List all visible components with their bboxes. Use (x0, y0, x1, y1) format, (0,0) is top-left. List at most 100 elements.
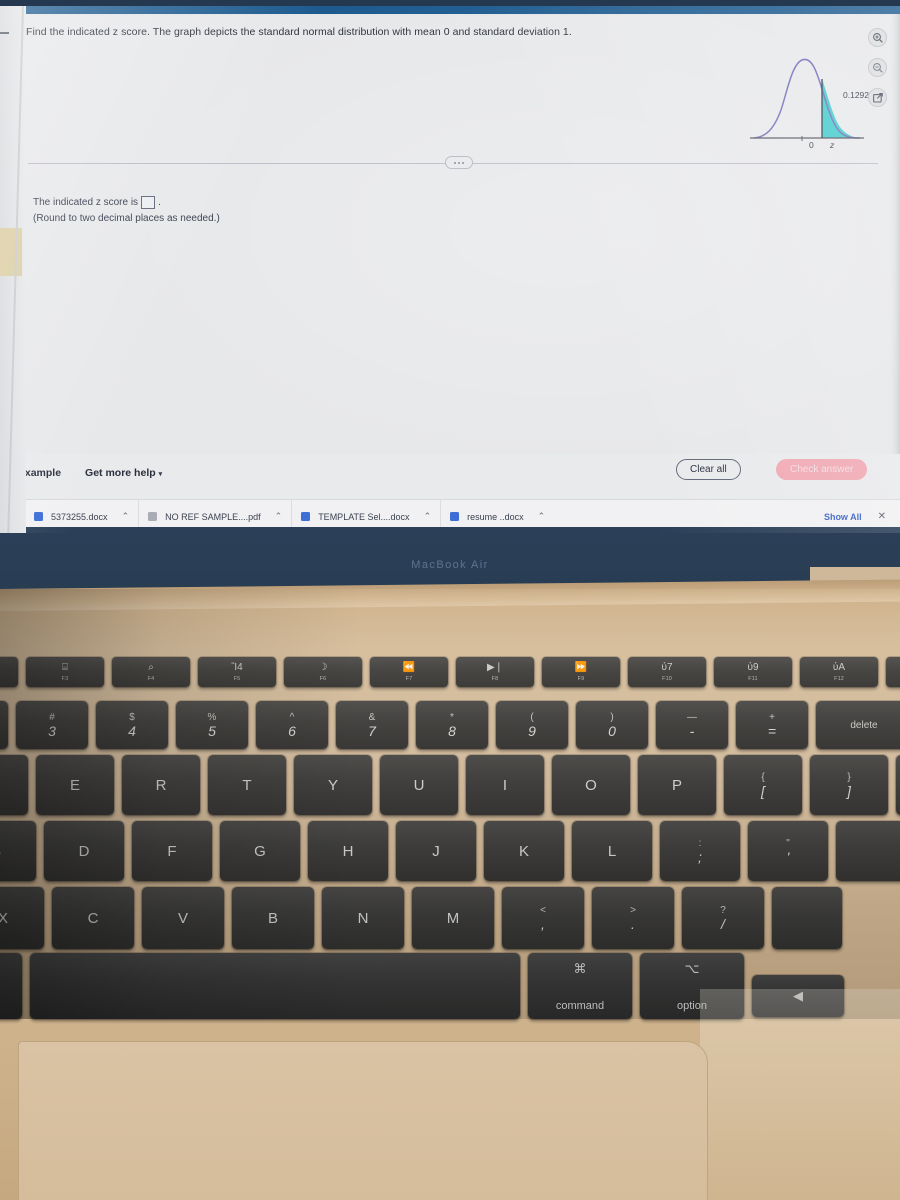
key-punct[interactable]: <, (502, 887, 584, 949)
return-key[interactable] (836, 821, 900, 881)
key-o[interactable]: O (552, 755, 630, 815)
backslash-key[interactable] (896, 755, 900, 815)
laptop-screen: Find the indicated z score. The graph de… (0, 6, 900, 533)
chevron-up-icon[interactable]: ⌃ (122, 511, 130, 522)
right-shift-key[interactable] (772, 887, 842, 949)
volume-up-key[interactable]: ὐA F12 (800, 657, 878, 687)
mission-control-key[interactable]: ⌸ F3 (26, 657, 104, 687)
mute-key[interactable]: ὐ7 F10 (628, 657, 706, 687)
do-not-disturb-key[interactable]: ☽ F6 (284, 657, 362, 687)
key-3[interactable]: #3 (16, 701, 88, 749)
key-0[interactable]: ) 0 (576, 701, 648, 749)
get-more-help-link[interactable]: Get more help ▾ (85, 467, 162, 479)
delete-key[interactable]: delete (816, 701, 900, 749)
touch-id-key[interactable] (886, 657, 900, 687)
graph-tool-rail (868, 28, 894, 118)
key-punct[interactable]: ? / (682, 887, 764, 949)
volume-down-key[interactable]: ὐ9 F11 (714, 657, 792, 687)
keyboard-deck: ☀F2 ⌸F3 ⌕F4 Ἲ4F5 ☽F6 ⏪F7 ▶❘F8 ⏩F9 ὐ7F10 ὐ9F11 ὐAF1… (0, 579, 900, 1200)
dot (454, 161, 456, 164)
chevron-up-icon[interactable]: ⌃ (424, 511, 432, 522)
close-icon[interactable]: ✕ (878, 511, 886, 522)
key-w[interactable]: W (0, 755, 28, 815)
laptop-photo: Find the indicated z score. The graph de… (0, 0, 900, 1200)
key-4[interactable]: $4 (96, 701, 168, 749)
screen-left-edge (0, 6, 26, 533)
answer-prompt-label: The indicated z score is (33, 197, 139, 208)
chevron-up-icon[interactable]: ⌃ (538, 511, 546, 522)
left-command-key[interactable]: ⌘nd (0, 953, 22, 1019)
key-7[interactable]: & 7 (336, 701, 408, 749)
space-bar[interactable] (30, 953, 520, 1019)
answer-block: The indicated z score is . (Round to two… (33, 196, 220, 224)
clear-all-button[interactable]: Clear all (676, 459, 741, 480)
next-track-key[interactable]: ⏩ F9 (542, 657, 620, 687)
dot (462, 161, 464, 164)
dot (458, 161, 460, 164)
answer-prompt-row: The indicated z score is . (33, 196, 220, 209)
download-file-name: 5373255.docx (51, 511, 108, 522)
zoom-in-icon[interactable] (868, 28, 887, 47)
key-m[interactable]: M (412, 887, 494, 949)
right-command-key[interactable]: ⌘ command (528, 953, 632, 1019)
key-r[interactable]: R (122, 755, 200, 815)
answer-rounding-note: (Round to two decimal places as needed.) (33, 213, 220, 224)
show-all-downloads-link[interactable]: Show All (824, 512, 862, 522)
key-8[interactable]: * 8 (416, 701, 488, 749)
key-v[interactable]: V (142, 887, 224, 949)
keyboard: ☀F2 ⌸F3 ⌕F4 Ἲ4F5 ☽F6 ⏪F7 ▶❘F8 ⏩F9 ὐ7F10 ὐ9F11 ὐAF1… (0, 603, 900, 1023)
key-h[interactable]: H (308, 821, 388, 881)
function-key-row: ☀F2 ⌸F3 ⌕F4 Ἲ4F5 ☽F6 ⏪F7 ▶❘F8 ⏩F9 ὐ7F10 ὐ9F11 ὐAF1… (0, 657, 900, 687)
key-l[interactable]: L (572, 821, 652, 881)
trackpad[interactable] (18, 1041, 708, 1200)
key-x[interactable]: X (0, 887, 44, 949)
asdf-key-row: SDFGHJKL:;"' (0, 821, 900, 881)
spotlight-key[interactable]: ⌕ F4 (112, 657, 190, 687)
previous-track-key[interactable]: ⏪ F7 (370, 657, 448, 687)
key-g[interactable]: G (220, 821, 300, 881)
pdf-icon (148, 512, 158, 521)
key-j[interactable]: J (396, 821, 476, 881)
key-y[interactable]: Y (294, 755, 372, 815)
key-s[interactable]: S (0, 821, 36, 881)
key-f[interactable]: F (132, 821, 212, 881)
key-=[interactable]: + = (736, 701, 808, 749)
key--[interactable]: — - (656, 701, 728, 749)
key-6[interactable]: ^ 6 (256, 701, 328, 749)
key-n[interactable]: N (322, 887, 404, 949)
key-b[interactable]: B (232, 887, 314, 949)
key-bracket[interactable]: }] (810, 755, 888, 815)
key-k[interactable]: K (484, 821, 564, 881)
key-punct[interactable]: " ' (748, 821, 828, 881)
zxcv-key-row: X C V B N M <, >.? / (0, 887, 842, 949)
play-pause-key[interactable]: ▶❘ F8 (456, 657, 534, 687)
left-arrow-key[interactable]: ◀ (752, 975, 844, 1017)
key-punct[interactable]: :; (660, 821, 740, 881)
laptop-body: MacBook Air ☀F2 ⌸F3 ⌕F4 Ἲ4F5 ☽F6 ⏪F7 ▶❘F8 ⏩F9 ὐ7… (0, 527, 900, 1200)
chevron-down-icon: ▾ (158, 471, 163, 478)
key-9[interactable]: (9 (496, 701, 568, 749)
dictation-key[interactable]: Ἲ4 F5 (198, 657, 276, 687)
key-p[interactable]: P (638, 755, 716, 815)
pop-out-icon[interactable] (868, 88, 887, 107)
download-file-name: NO REF SAMPLE....pdf (165, 511, 261, 522)
key-u[interactable]: U (380, 755, 458, 815)
zoom-out-icon[interactable] (868, 58, 887, 77)
chevron-up-icon[interactable]: ⌃ (275, 511, 283, 522)
problem-content: Find the indicated z score. The graph de… (0, 14, 900, 454)
key-e[interactable]: E (36, 755, 114, 815)
key-punct[interactable]: >. (592, 887, 674, 949)
key-bracket[interactable]: {[ (724, 755, 802, 815)
at-key[interactable]: @ (0, 701, 8, 749)
right-option-key[interactable]: ⌥ option (640, 953, 744, 1019)
key-t[interactable]: T (208, 755, 286, 815)
key-c[interactable]: C (52, 887, 134, 949)
answer-input[interactable] (141, 196, 156, 209)
docx-icon (450, 512, 460, 521)
brightness-up-key[interactable]: ☀F2 (0, 657, 18, 687)
key-d[interactable]: D (44, 821, 124, 881)
key-i[interactable]: I (466, 755, 544, 815)
divider-handle[interactable] (445, 156, 473, 169)
check-answer-button[interactable]: Check answer (776, 459, 868, 480)
key-5[interactable]: % 5 (176, 701, 248, 749)
